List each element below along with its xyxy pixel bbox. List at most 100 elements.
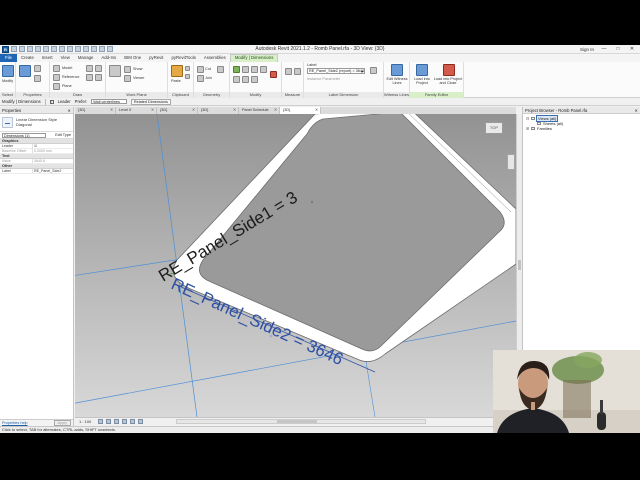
cut-label[interactable]: Cut bbox=[205, 67, 211, 71]
type-properties-icon[interactable] bbox=[34, 65, 41, 72]
expand-toggle-icon[interactable]: ⊟ bbox=[526, 116, 530, 121]
load-and-close-icon[interactable] bbox=[443, 64, 455, 76]
tab-insert[interactable]: Insert bbox=[38, 54, 57, 62]
load-and-close-label[interactable]: Load into Project and Close bbox=[433, 77, 463, 85]
temporary-hide-icon[interactable] bbox=[138, 419, 144, 424]
draw-line-icon[interactable] bbox=[86, 65, 93, 72]
join-geometry-icon[interactable] bbox=[197, 75, 204, 82]
copy-icon[interactable] bbox=[185, 74, 190, 79]
properties-icon[interactable] bbox=[19, 65, 31, 77]
tab-file[interactable]: File bbox=[0, 54, 17, 62]
navigation-bar[interactable] bbox=[507, 154, 515, 170]
measure-tool-icon[interactable] bbox=[285, 68, 292, 75]
drawing-canvas[interactable]: RE_Panel_Side1 = 3 RE_Panel_Side2 = 3646… bbox=[75, 114, 516, 417]
viewer-label[interactable]: Viewer bbox=[133, 76, 145, 80]
view-tab[interactable]: {3D} ✕ bbox=[75, 107, 116, 114]
reference-plane-icon[interactable] bbox=[53, 83, 60, 90]
paste-label[interactable]: Paste bbox=[171, 79, 181, 83]
paste-icon[interactable] bbox=[171, 65, 183, 77]
edit-witness-lines-label[interactable]: Edit Witness Lines bbox=[385, 77, 409, 85]
view-tab[interactable]: Panel Schedule ✕ bbox=[239, 107, 280, 114]
browser-node[interactable]: ⊞ Families bbox=[526, 126, 640, 131]
mirror-icon[interactable] bbox=[251, 66, 258, 73]
close-icon[interactable]: ✕ bbox=[67, 107, 71, 114]
properties-help-link[interactable]: Properties help bbox=[2, 421, 28, 425]
close-tab-icon[interactable]: ✕ bbox=[233, 107, 236, 114]
show-label[interactable]: Show bbox=[133, 67, 143, 71]
close-tab-icon[interactable]: ✕ bbox=[315, 107, 318, 114]
tab-manage[interactable]: Manage bbox=[74, 54, 98, 62]
tab-add-ins[interactable]: Add-Ins bbox=[97, 54, 120, 62]
draw-arc-icon[interactable] bbox=[86, 74, 93, 81]
rotate-icon[interactable] bbox=[233, 76, 240, 83]
property-value[interactable]: RE_Panel_Side2 bbox=[33, 169, 73, 173]
close-tab-icon[interactable]: ✕ bbox=[151, 107, 154, 114]
reference-label[interactable]: Reference bbox=[62, 75, 80, 79]
expand-toggle-icon[interactable]: ⊞ bbox=[526, 126, 530, 131]
horizontal-scrollbar[interactable] bbox=[176, 419, 427, 424]
close-tab-icon[interactable]: ✕ bbox=[110, 107, 113, 114]
scrollbar-thumb[interactable] bbox=[518, 260, 521, 270]
draw-circle-icon[interactable] bbox=[95, 74, 102, 81]
detail-level-icon[interactable] bbox=[98, 419, 104, 424]
create-parameter-icon[interactable] bbox=[370, 67, 377, 74]
tab-create[interactable]: Create bbox=[17, 54, 38, 62]
crop-view-icon[interactable] bbox=[130, 419, 136, 424]
property-row[interactable]: Label RE_Panel_Side2 bbox=[0, 169, 73, 174]
view-scale[interactable]: 1 : 100 bbox=[79, 419, 91, 424]
align-icon[interactable] bbox=[233, 66, 240, 73]
modify-cursor-icon[interactable] bbox=[2, 65, 14, 77]
cut-icon[interactable] bbox=[185, 66, 190, 71]
draw-rect-icon[interactable] bbox=[95, 65, 102, 72]
leader-checkbox[interactable] bbox=[49, 99, 54, 104]
cut-geometry-icon[interactable] bbox=[197, 66, 204, 73]
void-icon[interactable] bbox=[217, 66, 224, 73]
split-icon[interactable] bbox=[251, 76, 258, 83]
view-tab[interactable]: Level 0 ✕ bbox=[116, 107, 157, 114]
tab-pyrevittools[interactable]: pyRevitTools bbox=[167, 54, 199, 62]
tab-assemblies[interactable]: Assemblies bbox=[200, 54, 230, 62]
load-into-project-label[interactable]: Load into Project bbox=[411, 77, 433, 85]
model-line-icon[interactable] bbox=[53, 65, 60, 72]
maximize-icon[interactable]: □ bbox=[614, 46, 622, 52]
load-into-project-icon[interactable] bbox=[416, 64, 428, 76]
model-label[interactable]: Model bbox=[62, 66, 72, 70]
aligned-dim-icon[interactable] bbox=[294, 68, 301, 75]
join-label[interactable]: Join bbox=[205, 76, 212, 80]
sign-in-link[interactable]: Sign In bbox=[580, 47, 594, 52]
close-icon[interactable]: ✕ bbox=[628, 46, 636, 52]
view-tab[interactable]: {3D} ✕ bbox=[157, 107, 198, 114]
model-view[interactable]: RE_Panel_Side1 = 3 RE_Panel_Side2 = 3646 bbox=[75, 114, 516, 417]
tab-modify-dimensions[interactable]: Modify | Dimensions bbox=[229, 54, 279, 62]
edit-witness-lines-icon[interactable] bbox=[391, 64, 403, 76]
close-icon[interactable]: ✕ bbox=[634, 107, 638, 114]
tab-pyrevit[interactable]: pyRevit bbox=[145, 54, 167, 62]
view-tab[interactable]: {3D} ✕ bbox=[280, 107, 321, 114]
close-tab-icon[interactable]: ✕ bbox=[274, 107, 277, 114]
delete-icon[interactable] bbox=[270, 71, 277, 78]
trim-icon[interactable] bbox=[242, 76, 249, 83]
reference-line-icon[interactable] bbox=[53, 74, 60, 81]
sun-path-icon[interactable] bbox=[114, 419, 120, 424]
tab-view[interactable]: View bbox=[57, 54, 74, 62]
move-icon[interactable] bbox=[260, 66, 267, 73]
family-types-icon[interactable] bbox=[34, 75, 41, 82]
visual-style-icon[interactable] bbox=[106, 419, 112, 424]
tab-bim-one[interactable]: BIM One bbox=[120, 54, 145, 62]
instance-parameter-checkbox[interactable]: Instance Parameter bbox=[307, 77, 340, 81]
set-workplane-icon[interactable] bbox=[109, 65, 121, 77]
close-tab-icon[interactable]: ✕ bbox=[192, 107, 195, 114]
shadows-icon[interactable] bbox=[122, 419, 128, 424]
viewer-icon[interactable] bbox=[124, 75, 131, 82]
property-value[interactable]: ☑ bbox=[33, 144, 73, 148]
related-dimensions-button[interactable]: Related Dimensions bbox=[130, 98, 171, 105]
selection-dropdown[interactable]: Dimensions (1) bbox=[2, 132, 46, 138]
property-value[interactable]: 3645.6 bbox=[33, 159, 73, 163]
prefer-dropdown[interactable]: Wall centerlines bbox=[91, 99, 127, 104]
viewcube[interactable]: TOP bbox=[485, 122, 503, 134]
label-dropdown[interactable]: RE_Panel_Side2 (report) = 3646 bbox=[307, 68, 365, 74]
plane-label[interactable]: Plane bbox=[62, 84, 72, 88]
offset-icon[interactable] bbox=[242, 66, 249, 73]
show-workplane-icon[interactable] bbox=[124, 66, 131, 73]
edit-type-button[interactable]: Edit Type bbox=[55, 133, 71, 137]
